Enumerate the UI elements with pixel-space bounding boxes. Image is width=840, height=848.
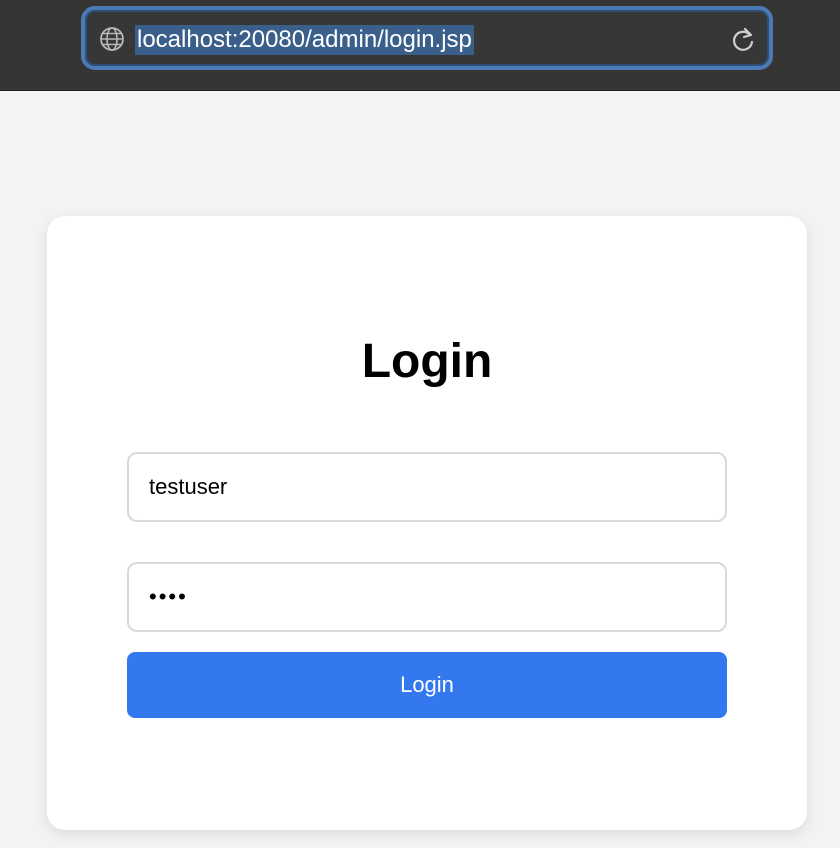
login-card: Login Login (47, 216, 807, 830)
browser-toolbar: localhost:20080/admin/login.jsp (0, 0, 840, 91)
page-title: Login (361, 335, 493, 388)
address-bar[interactable]: localhost:20080/admin/login.jsp (81, 6, 773, 70)
page-content: Login Login (0, 92, 840, 848)
login-button[interactable]: Login (127, 652, 727, 718)
username-field[interactable] (127, 452, 727, 522)
globe-icon (100, 27, 124, 51)
password-field[interactable] (127, 562, 727, 632)
reload-icon[interactable] (729, 26, 757, 54)
url-text[interactable]: localhost:20080/admin/login.jsp (135, 25, 474, 55)
